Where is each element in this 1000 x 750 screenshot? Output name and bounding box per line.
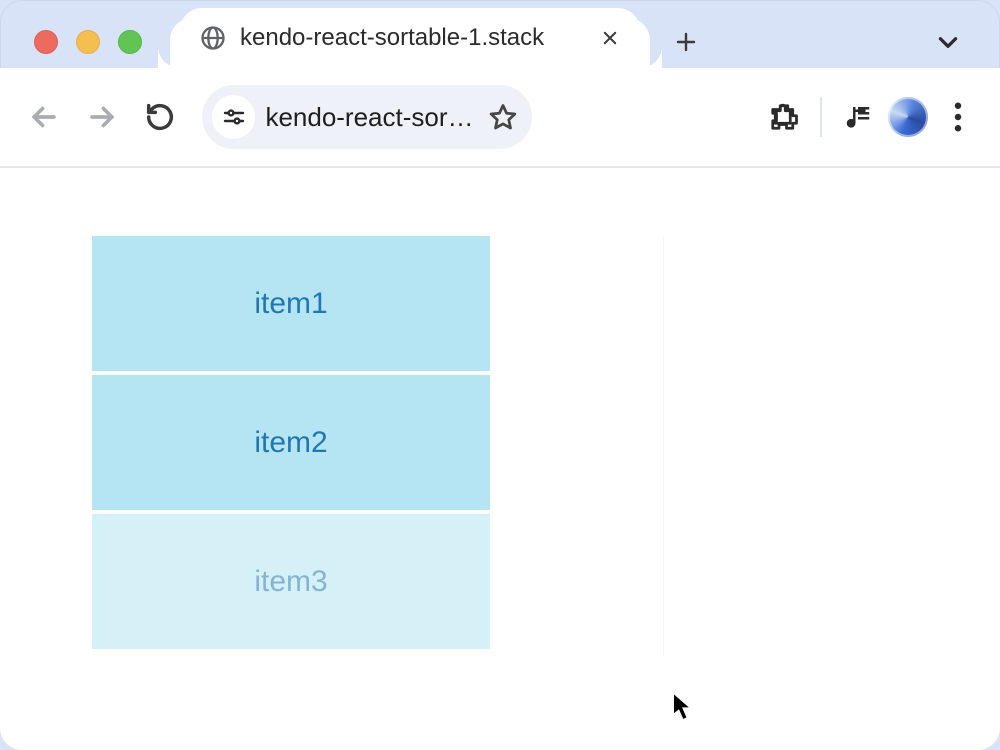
window-controls (34, 30, 142, 54)
extensions-button[interactable] (760, 93, 808, 141)
site-settings-button[interactable] (212, 95, 255, 139)
url-text: kendo-react-sort… (265, 102, 478, 133)
tab-strip: kendo-react-sortable-1.stack (0, 0, 1000, 68)
globe-icon (198, 23, 228, 53)
sortable-item-label: item3 (254, 565, 327, 599)
sortable-item[interactable]: item1 (92, 236, 490, 371)
window-zoom-button[interactable] (118, 30, 142, 54)
browser-menu-button[interactable] (934, 93, 982, 141)
back-button[interactable] (18, 91, 70, 143)
cursor-icon (672, 692, 694, 722)
sortable-item[interactable]: item2 (92, 375, 490, 510)
address-bar[interactable]: kendo-react-sort… (202, 85, 532, 149)
toolbar-separator (820, 97, 822, 137)
reload-button[interactable] (134, 91, 186, 143)
browser-tab[interactable]: kendo-react-sortable-1.stack (180, 8, 640, 68)
sortable-item-label: item1 (254, 287, 327, 321)
browser-window: kendo-react-sortable-1.stack (0, 0, 1000, 750)
new-tab-button[interactable] (666, 22, 706, 62)
tab-close-button[interactable] (596, 24, 624, 52)
bookmark-star-button[interactable] (488, 102, 518, 132)
column-guide (656, 236, 664, 656)
page-viewport: item1 item2 item3 (0, 168, 1000, 750)
media-control-button[interactable] (834, 93, 882, 141)
sortable-item[interactable]: item3 (92, 514, 490, 649)
tab-title: kendo-react-sortable-1.stack (240, 24, 584, 52)
window-minimize-button[interactable] (76, 30, 100, 54)
sortable-item-label: item2 (254, 426, 327, 460)
window-close-button[interactable] (34, 30, 58, 54)
forward-button[interactable] (76, 91, 128, 143)
profile-avatar-button[interactable] (888, 97, 928, 137)
tab-overflow-button[interactable] (926, 22, 970, 62)
sortable-list[interactable]: item1 item2 item3 (92, 236, 490, 649)
browser-toolbar: kendo-react-sort… (0, 68, 1000, 168)
